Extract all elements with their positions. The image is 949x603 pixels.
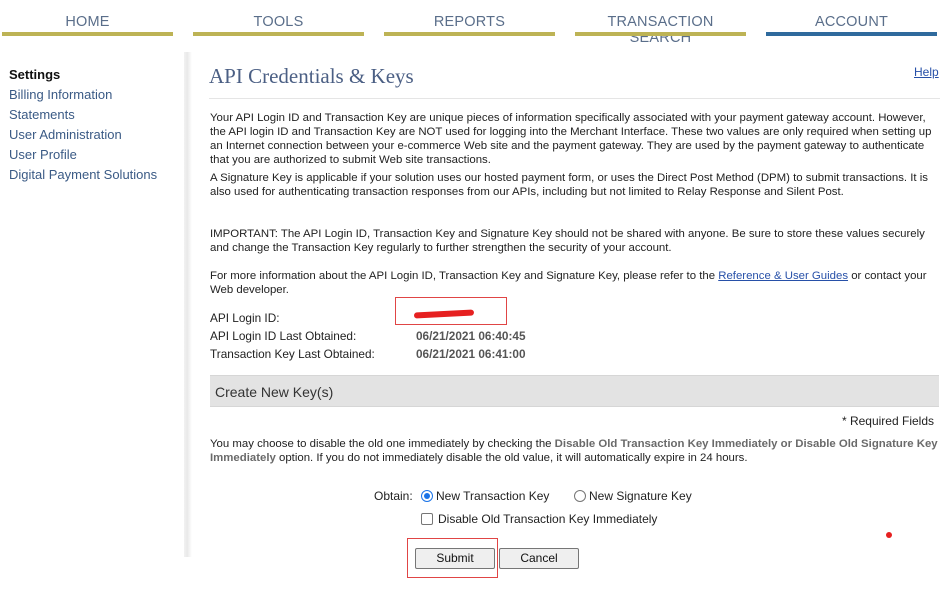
nav-tab-tools-label: TOOLS <box>253 14 304 30</box>
title-divider <box>209 98 940 99</box>
intro-paragraph: Your API Login ID and Transaction Key ar… <box>210 112 932 166</box>
redaction-highlight <box>395 297 507 325</box>
required-fields-note: * Required Fields <box>841 414 934 428</box>
nav-tab-account-bar <box>766 32 937 36</box>
sidebar-item-user-profile[interactable]: User Profile <box>9 147 77 162</box>
txkey-last-obtained-label: Transaction Key Last Obtained: <box>210 347 375 361</box>
page-title: API Credentials & Keys <box>209 64 414 88</box>
more-info-prefix: For more information about the API Login… <box>210 270 719 282</box>
annotation-dot <box>886 532 892 538</box>
create-new-keys-header: Create New Key(s) <box>210 375 939 407</box>
signature-key-paragraph: A Signature Key is applicable if your so… <box>210 172 928 198</box>
disable-old-key-checkbox-row[interactable]: Disable Old Transaction Key Immediately <box>421 512 657 526</box>
nav-tab-reports-bar <box>384 32 555 36</box>
redaction-scribble <box>413 309 475 319</box>
sidebar-item-statements[interactable]: Statements <box>9 107 75 122</box>
submit-button[interactable]: Submit <box>415 548 495 569</box>
sidebar: Settings Billing Information Statements … <box>0 52 186 562</box>
login-last-obtained-value: 06/21/2021 06:40:45 <box>416 329 526 343</box>
nav-tab-home-bar <box>2 32 173 36</box>
radio-new-signature-key-label: New Signature Key <box>589 489 692 503</box>
txkey-last-obtained-value: 06/21/2021 06:41:00 <box>416 347 526 361</box>
obtain-label: Obtain: <box>374 489 413 503</box>
nav-tab-reports[interactable]: REPORTS <box>384 14 555 36</box>
sidebar-item-billing-information[interactable]: Billing Information <box>9 87 112 102</box>
login-last-obtained-label: API Login ID Last Obtained: <box>210 329 357 343</box>
radio-button-signature[interactable] <box>574 490 586 502</box>
api-login-id-label: API Login ID: <box>210 311 280 325</box>
radio-new-transaction-key[interactable]: New Transaction Key <box>421 489 549 503</box>
nav-tab-transaction-search-bar <box>575 32 746 36</box>
nav-tab-reports-label: REPORTS <box>433 14 506 30</box>
help-link[interactable]: Help <box>914 65 939 79</box>
sidebar-item-digital-payment-solutions[interactable]: Digital Payment Solutions <box>9 167 157 182</box>
sidebar-divider <box>184 52 192 557</box>
nav-tab-tools-bar <box>193 32 364 36</box>
radio-new-signature-key[interactable]: New Signature Key <box>574 489 692 503</box>
disable-old-key-checkbox[interactable] <box>421 513 433 525</box>
nav-tab-transaction-search[interactable]: TRANSACTION SEARCH <box>575 14 746 46</box>
nav-tab-transaction-search-label: TRANSACTION SEARCH <box>607 14 714 46</box>
disable-old-description: You may choose to disable the old one im… <box>210 437 940 465</box>
radio-button-transaction[interactable] <box>421 490 433 502</box>
disable-desc-suffix: option. If you do not immediately disabl… <box>275 452 748 464</box>
create-new-keys-title: Create New Key(s) <box>215 384 334 400</box>
disable-old-key-label: Disable Old Transaction Key Immediately <box>438 512 658 526</box>
radio-new-transaction-key-label: New Transaction Key <box>436 489 550 503</box>
top-nav: HOME TOOLS REPORTS TRANSACTION SEARCH AC… <box>0 0 949 46</box>
nav-tab-home[interactable]: HOME <box>2 14 173 36</box>
nav-tab-tools[interactable]: TOOLS <box>193 14 364 36</box>
reference-guides-link[interactable]: Reference & User Guides <box>718 270 848 282</box>
nav-tab-home-label: HOME <box>65 14 110 30</box>
sidebar-item-settings[interactable]: Settings <box>9 67 60 82</box>
cancel-button[interactable]: Cancel <box>499 548 579 569</box>
nav-tab-account-label: ACCOUNT <box>814 14 889 30</box>
nav-tab-account[interactable]: ACCOUNT <box>766 14 937 36</box>
more-info-paragraph: For more information about the API Login… <box>210 269 940 297</box>
sidebar-item-user-administration[interactable]: User Administration <box>9 127 122 142</box>
important-paragraph: IMPORTANT: The API Login ID, Transaction… <box>210 228 925 254</box>
disable-desc-prefix: You may choose to disable the old one im… <box>210 438 555 450</box>
